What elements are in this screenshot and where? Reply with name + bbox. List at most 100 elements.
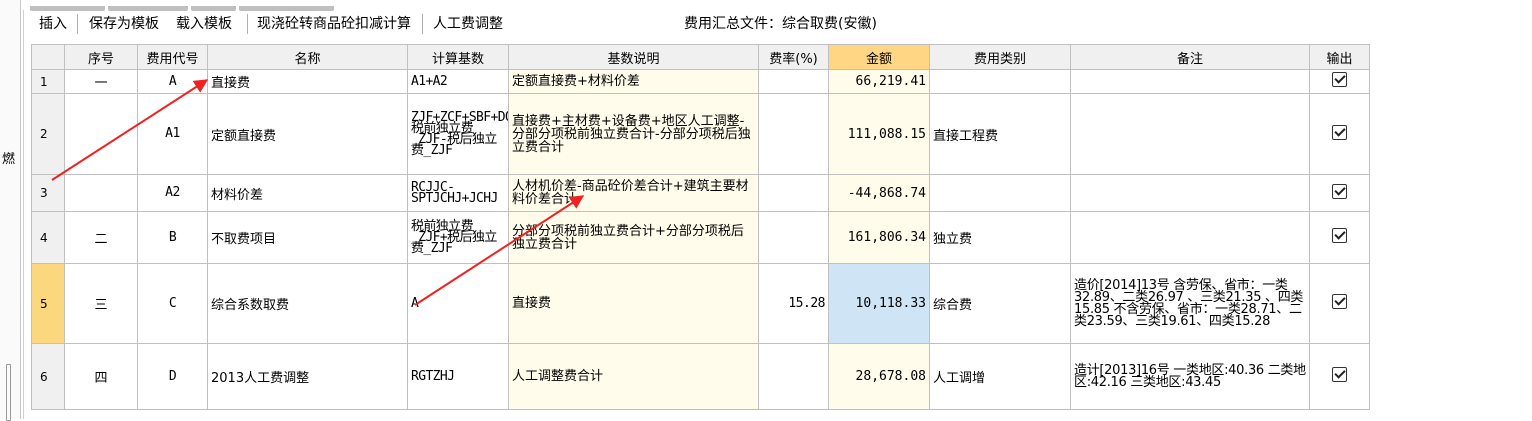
code-cell[interactable]: C (137, 263, 208, 344)
amount-cell[interactable]: 28,678.08 (828, 343, 930, 410)
table-row[interactable]: 4 二 B 不取费项目 税前独立费_ZJF+税后独立费_ZJF 分部分项税前独立… (31, 211, 1370, 264)
amount-cell[interactable]: 66,219.41 (828, 69, 930, 94)
table-row[interactable]: 1 一 A 直接费 A1+A2 定额直接费+材料价差 66,219.41 (31, 69, 1370, 94)
header-name[interactable]: 名称 (207, 44, 408, 70)
output-cell[interactable] (1309, 69, 1370, 94)
output-cell[interactable] (1309, 343, 1370, 410)
remark-cell[interactable]: 造计[2013]16号 一类地区:40.36 二类地区:42.16 三类地区:4… (1070, 343, 1310, 410)
row-index[interactable]: 4 (31, 211, 65, 264)
remark-cell[interactable]: 造价[2014]13号 含劳保、省市：一类32.89、二类26.97 、三类21… (1070, 263, 1310, 344)
base-cell[interactable]: RCJJC-SPTJCHJ+JCHJ (407, 174, 509, 212)
corner-header[interactable] (31, 44, 65, 70)
seq-cell[interactable]: 二 (64, 211, 138, 264)
table-row[interactable]: 2 A1 定额直接费 ZJF+ZCF+SBF+DQRGTZ-税前独立费_ZJF-… (31, 93, 1370, 175)
concrete-deduction-calc-button[interactable]: 现浇砼转商品砼扣减计算 (257, 16, 411, 32)
header-base-desc[interactable]: 基数说明 (508, 44, 759, 70)
rate-cell[interactable] (758, 343, 829, 410)
table-row[interactable]: 3 A2 材料价差 RCJJC-SPTJCHJ+JCHJ 人材机价差-商品砼价差… (31, 174, 1370, 212)
amount-cell[interactable]: 161,806.34 (828, 211, 930, 264)
base-desc-cell[interactable]: 分部分项税前独立费合计+分部分项税后独立费合计 (508, 211, 759, 264)
rate-cell[interactable] (758, 93, 829, 175)
code-cell[interactable]: B (137, 211, 208, 264)
amount-cell-selected[interactable]: 10,118.33 (828, 263, 930, 344)
row-index[interactable]: 3 (31, 174, 65, 212)
seq-cell[interactable]: 四 (64, 343, 138, 410)
row-index[interactable]: 1 (31, 69, 65, 94)
row-index[interactable]: 5 (31, 263, 65, 344)
name-cell[interactable]: 材料价差 (207, 174, 408, 212)
output-checkbox[interactable] (1332, 72, 1347, 87)
table-row[interactable]: 6 四 D 2013人工费调整 RGTZHJ 人工调整费合计 28,678.08… (31, 343, 1370, 410)
output-cell[interactable] (1309, 211, 1370, 264)
output-cell[interactable] (1309, 174, 1370, 212)
output-checkbox[interactable] (1332, 228, 1347, 243)
base-cell[interactable]: 税前独立费_ZJF+税后独立费_ZJF (407, 211, 509, 264)
output-checkbox[interactable] (1332, 183, 1347, 199)
base-cell[interactable]: A1+A2 (407, 69, 509, 94)
header-base[interactable]: 计算基数 (407, 44, 509, 70)
category-cell[interactable] (929, 174, 1071, 212)
remark-cell[interactable] (1070, 174, 1310, 212)
load-template-button[interactable]: 载入模板 (176, 16, 232, 32)
summary-file-label: 费用汇总文件：综合取费(安徽) (684, 16, 877, 32)
name-cell[interactable]: 定额直接费 (207, 93, 408, 175)
amount-cell[interactable]: -44,868.74 (828, 174, 930, 212)
remark-cell[interactable] (1070, 211, 1310, 264)
top-tab-strip[interactable] (30, 0, 410, 11)
name-cell[interactable]: 2013人工费调整 (207, 343, 408, 410)
seq-cell[interactable]: 三 (64, 263, 138, 344)
header-output[interactable]: 输出 (1309, 44, 1370, 70)
base-desc-cell[interactable]: 直接费 (508, 263, 759, 344)
left-panel-scrollbar[interactable] (6, 364, 11, 421)
output-checkbox[interactable] (1332, 294, 1347, 309)
output-checkbox[interactable] (1332, 367, 1347, 382)
header-code[interactable]: 费用代号 (137, 44, 208, 70)
rate-cell[interactable] (758, 69, 829, 94)
category-cell[interactable]: 独立费 (929, 211, 1071, 264)
save-template-button[interactable]: 保存为模板 (89, 16, 159, 32)
category-cell[interactable]: 综合费 (929, 263, 1071, 344)
seq-cell[interactable]: 一 (64, 69, 138, 94)
code-cell[interactable]: A2 (137, 174, 208, 212)
name-cell[interactable]: 直接费 (207, 69, 408, 94)
base-cell[interactable]: ZJF+ZCF+SBF+DQRGTZ-税前独立费_ZJF-税后独立费_ZJF (407, 93, 509, 175)
row-index[interactable]: 6 (31, 343, 65, 410)
name-cell[interactable]: 综合系数取费 (207, 263, 408, 344)
base-cell[interactable]: RGTZHJ (407, 343, 509, 410)
base-desc-cell[interactable]: 人工调整费合计 (508, 343, 759, 410)
remark-cell[interactable] (1070, 69, 1310, 94)
category-cell[interactable]: 直接工程费 (929, 93, 1071, 175)
fee-summary-table: 序号 费用代号 名称 计算基数 基数说明 费率(%) 金额 费用类别 备注 输出… (31, 44, 1370, 410)
table-row-selected[interactable]: 5 三 C 综合系数取费 A 直接费 15.28 10,118.33 综合费 造… (31, 263, 1370, 344)
header-amount[interactable]: 金额 (828, 44, 930, 70)
rate-cell[interactable]: 15.28 (758, 263, 829, 344)
output-cell[interactable] (1309, 93, 1370, 175)
base-desc-cell[interactable]: 定额直接费+材料价差 (508, 69, 759, 94)
header-rate[interactable]: 费率(%) (758, 44, 829, 70)
rate-cell[interactable] (758, 211, 829, 264)
header-remark[interactable]: 备注 (1070, 44, 1310, 70)
category-cell[interactable]: 人工调增 (929, 343, 1071, 410)
header-category[interactable]: 费用类别 (929, 44, 1071, 70)
code-cell[interactable]: D (137, 343, 208, 410)
base-cell[interactable]: A (407, 263, 509, 344)
seq-cell[interactable] (64, 93, 138, 175)
name-cell[interactable]: 不取费项目 (207, 211, 408, 264)
row-index[interactable]: 2 (31, 93, 65, 175)
insert-button[interactable]: 插入 (39, 16, 67, 32)
base-desc-cell[interactable]: 人材机价差-商品砼价差合计+建筑主要材料价差合计 (508, 174, 759, 212)
base-desc-cell[interactable]: 直接费+主材费+设备费+地区人工调整-分部分项税前独立费合计-分部分项税后独立费… (508, 93, 759, 175)
rate-cell[interactable] (758, 174, 829, 212)
remark-cell[interactable] (1070, 93, 1310, 175)
code-cell[interactable]: A (137, 69, 208, 94)
code-cell[interactable]: A1 (137, 93, 208, 175)
header-seq[interactable]: 序号 (64, 44, 138, 70)
labor-cost-adjust-button[interactable]: 人工费调整 (433, 16, 503, 32)
left-side-panel: 燃 (0, 0, 21, 421)
category-cell[interactable] (929, 69, 1071, 94)
output-checkbox[interactable] (1332, 124, 1347, 140)
seq-cell[interactable] (64, 174, 138, 212)
amount-cell[interactable]: 111,088.15 (828, 93, 930, 175)
output-cell[interactable] (1309, 263, 1370, 344)
table-header-row: 序号 费用代号 名称 计算基数 基数说明 费率(%) 金额 费用类别 备注 输出 (31, 44, 1370, 70)
